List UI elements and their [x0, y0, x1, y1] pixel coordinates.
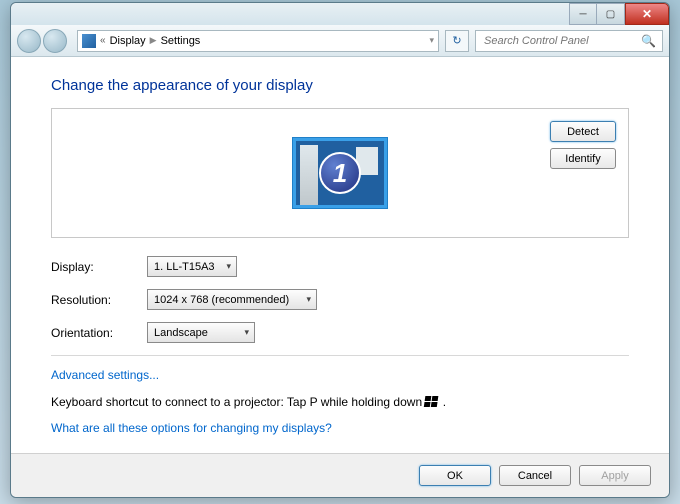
nav-back-button[interactable]	[17, 29, 41, 53]
cancel-button[interactable]: Cancel	[499, 465, 571, 486]
nav-forward-button[interactable]	[43, 29, 67, 53]
orientation-label: Orientation:	[51, 326, 147, 340]
orientation-dropdown[interactable]: Landscape	[147, 322, 255, 343]
control-panel-window: ─ ▢ ✕ « Display ▶ Settings ▾ ↻ 🔍 Change …	[10, 2, 670, 498]
breadcrumb-item[interactable]: Settings	[161, 35, 201, 47]
resolution-dropdown[interactable]: 1024 x 768 (recommended)	[147, 289, 317, 310]
resolution-label: Resolution:	[51, 293, 147, 307]
breadcrumb-item[interactable]: Display	[110, 35, 146, 47]
projector-shortcut-text: Keyboard shortcut to connect to a projec…	[51, 394, 629, 409]
divider	[51, 355, 629, 356]
chevron-down-icon[interactable]: ▾	[429, 35, 434, 46]
help-link[interactable]: What are all these options for changing …	[51, 421, 332, 435]
advanced-settings-link[interactable]: Advanced settings...	[51, 368, 159, 382]
detect-button[interactable]: Detect	[550, 121, 616, 142]
display-preview-box: Detect Identify 1	[51, 108, 629, 238]
refresh-button[interactable]: ↻	[445, 30, 469, 52]
windows-key-icon	[425, 396, 439, 408]
display-dropdown[interactable]: 1. LL-T15A3	[147, 256, 237, 277]
page-title: Change the appearance of your display	[51, 77, 629, 94]
address-bar[interactable]: « Display ▶ Settings ▾	[77, 30, 439, 52]
minimize-button[interactable]: ─	[569, 3, 597, 25]
monitor-number-badge: 1	[319, 152, 361, 194]
maximize-button[interactable]: ▢	[597, 3, 625, 25]
chevron-right-icon: ▶	[150, 35, 157, 46]
display-label: Display:	[51, 260, 147, 274]
search-input[interactable]	[482, 34, 641, 48]
search-icon[interactable]: 🔍	[641, 34, 656, 48]
ok-button[interactable]: OK	[419, 465, 491, 486]
content-area: Change the appearance of your display De…	[11, 57, 669, 453]
titlebar: ─ ▢ ✕	[11, 3, 669, 25]
monitor-thumbnail[interactable]: 1	[293, 138, 387, 208]
dialog-footer: OK Cancel Apply	[11, 453, 669, 497]
identify-button[interactable]: Identify	[550, 148, 616, 169]
close-button[interactable]: ✕	[625, 3, 669, 25]
navbar: « Display ▶ Settings ▾ ↻ 🔍	[11, 25, 669, 57]
search-box[interactable]: 🔍	[475, 30, 663, 52]
apply-button[interactable]: Apply	[579, 465, 651, 486]
control-panel-icon	[82, 34, 96, 48]
breadcrumb-back-chevron: «	[100, 35, 106, 46]
